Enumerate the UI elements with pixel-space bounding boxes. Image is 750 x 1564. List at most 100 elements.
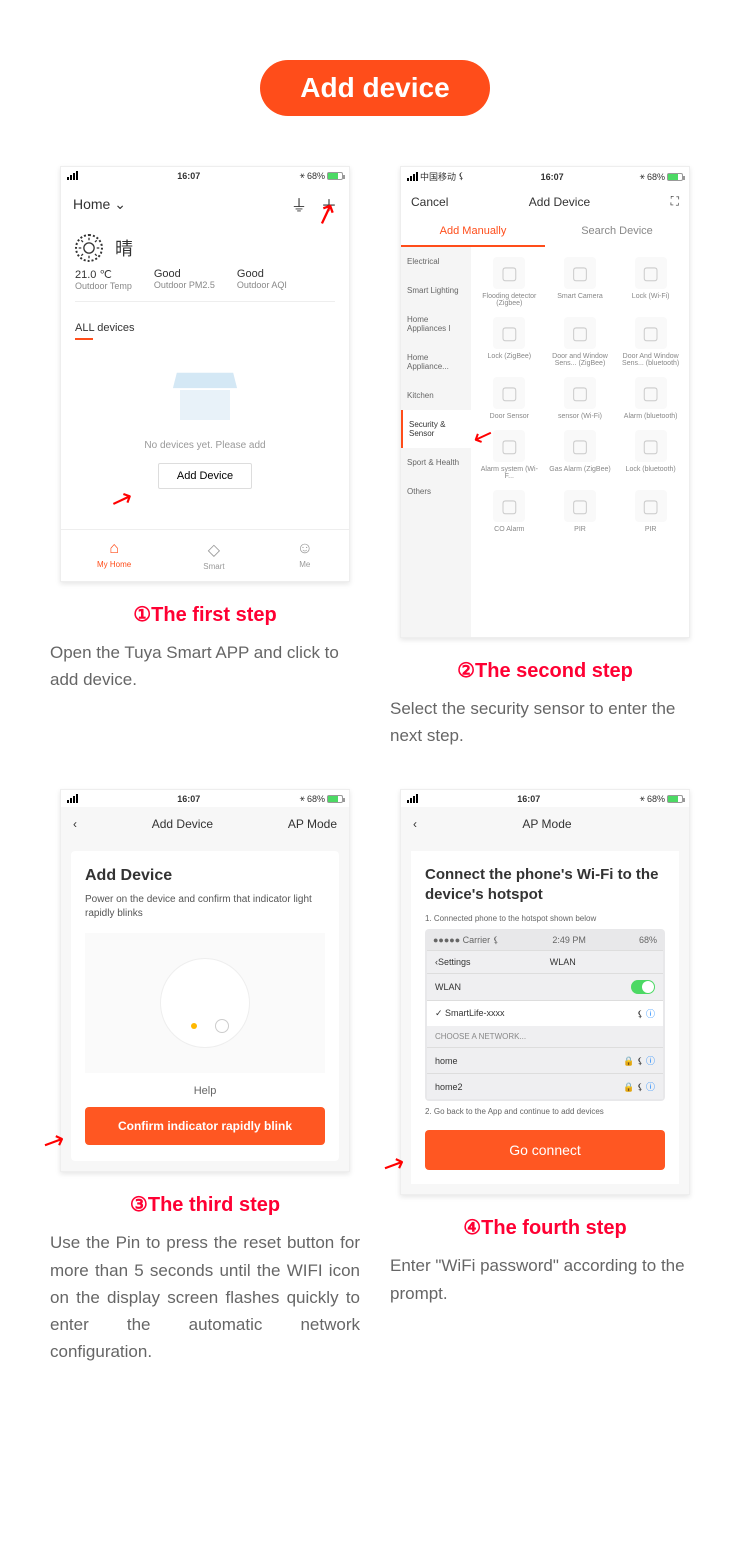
screen-title: Add Device bbox=[529, 195, 590, 209]
device-item[interactable]: ▢Door Sensor bbox=[475, 373, 544, 424]
weather-panel: 晴 21.0 ℃Outdoor Temp GoodOutdoor PM2.5 G… bbox=[61, 224, 349, 312]
carrier-label: 中国移动 bbox=[420, 170, 456, 183]
device-item[interactable]: ▢Gas Alarm (ZigBee) bbox=[546, 426, 615, 484]
wlan-settings-preview: ●●●●● Carrier ⚸2:49 PM68% ‹SettingsWLAN … bbox=[425, 929, 665, 1101]
network-home2[interactable]: home2 bbox=[435, 1082, 463, 1092]
device-item[interactable]: ▢Lock (Wi-Fi) bbox=[616, 253, 685, 311]
confirm-button[interactable]: Confirm indicator rapidly blink bbox=[85, 1107, 325, 1145]
status-bar: 中国移动⚸ 16:07 ⚹68% bbox=[401, 167, 689, 186]
wifi-icon: ⚸ bbox=[458, 171, 465, 182]
status-time: 16:07 bbox=[541, 172, 564, 182]
cat-electrical[interactable]: Electrical bbox=[401, 247, 471, 276]
user-icon: ☺ bbox=[297, 540, 313, 558]
page-title: Add device bbox=[260, 60, 489, 116]
scan-icon[interactable]: ⛶ bbox=[671, 194, 679, 209]
device-icon: ▢ bbox=[564, 257, 596, 289]
back-icon[interactable]: ‹ bbox=[413, 817, 417, 831]
step3-title: ③The third step bbox=[50, 1192, 360, 1217]
step1-desc: Open the Tuya Smart APP and click to add… bbox=[50, 639, 360, 693]
battery-pct: 68% bbox=[647, 172, 665, 182]
card-heading: Add Device bbox=[85, 867, 325, 885]
status-time: 16:07 bbox=[177, 171, 200, 181]
device-item[interactable]: ▢Lock (bluetooth) bbox=[616, 426, 685, 484]
device-illustration bbox=[85, 933, 325, 1073]
help-link[interactable]: Help bbox=[85, 1085, 325, 1097]
add-device-button[interactable]: Add Device bbox=[158, 463, 252, 489]
device-icon: ▢ bbox=[564, 377, 596, 409]
signal-icon bbox=[67, 171, 78, 180]
all-devices-label: ALL devices bbox=[61, 312, 349, 340]
status-time: 16:07 bbox=[517, 794, 540, 804]
wlan-toggle[interactable] bbox=[631, 980, 655, 994]
connected-network[interactable]: ✓ SmartLife-xxxx bbox=[435, 1008, 505, 1019]
device-item[interactable]: ▢Smart Camera bbox=[546, 253, 615, 311]
device-icon: ▢ bbox=[635, 490, 667, 522]
back-icon[interactable]: ‹ bbox=[73, 817, 77, 831]
signal-icon bbox=[407, 172, 418, 181]
tab-me[interactable]: ☺Me bbox=[297, 540, 313, 571]
cat-others[interactable]: Others bbox=[401, 477, 471, 506]
battery-icon bbox=[327, 795, 343, 803]
device-icon: ▢ bbox=[493, 257, 525, 289]
step1-title: ①The first step bbox=[50, 602, 360, 627]
ap-mode-label[interactable]: AP Mode bbox=[288, 817, 337, 831]
device-item[interactable]: ▢Lock (ZigBee) bbox=[475, 313, 544, 371]
cat-kitchen[interactable]: Kitchen bbox=[401, 381, 471, 410]
card-heading: Connect the phone's Wi-Fi to the device'… bbox=[425, 865, 665, 904]
device-icon: ▢ bbox=[564, 430, 596, 462]
battery-icon bbox=[327, 172, 343, 180]
battery-icon bbox=[667, 795, 683, 803]
device-item[interactable]: ▢PIR bbox=[616, 486, 685, 537]
battery-pct: 68% bbox=[307, 171, 325, 181]
status-bar: 16:07 ⚹68% bbox=[61, 790, 349, 807]
cat-sport-health[interactable]: Sport & Health bbox=[401, 448, 471, 477]
tab-add-manually[interactable]: Add Manually bbox=[401, 217, 545, 247]
device-item[interactable]: ▢PIR bbox=[546, 486, 615, 537]
device-icon: ▢ bbox=[493, 317, 525, 349]
sun-icon bbox=[75, 234, 103, 262]
instruction-2: 2. Go back to the App and continue to ad… bbox=[425, 1107, 665, 1116]
instruction-1: 1. Connected phone to the hotspot shown … bbox=[425, 914, 665, 923]
cat-home-appliances-1[interactable]: Home Appliances I bbox=[401, 305, 471, 343]
status-bar: 16:07 ⚹68% bbox=[61, 167, 349, 184]
cancel-button[interactable]: Cancel bbox=[411, 195, 448, 209]
device-icon: ▢ bbox=[564, 490, 596, 522]
device-item[interactable]: ▢Alarm (bluetooth) bbox=[616, 373, 685, 424]
cat-smart-lighting[interactable]: Smart Lighting bbox=[401, 276, 471, 305]
screenshot-step2: 中国移动⚸ 16:07 ⚹68% Cancel Add Device ⛶ Add… bbox=[400, 166, 690, 638]
step2-title: ②The second step bbox=[390, 658, 700, 683]
chevron-down-icon: ⌄ bbox=[114, 196, 126, 212]
smart-icon: ◇ bbox=[203, 540, 224, 560]
arrow-annotation: ↗ bbox=[377, 1146, 410, 1183]
home-dropdown[interactable]: Home ⌄ bbox=[73, 196, 126, 213]
screenshot-step1: 16:07 ⚹68% Home ⌄ ⏚ ＋ ↗ 晴 21.0 ℃Outdoor … bbox=[60, 166, 350, 582]
power-icon bbox=[215, 1019, 229, 1033]
tab-search-device[interactable]: Search Device bbox=[545, 217, 689, 247]
settings-back[interactable]: ‹Settings bbox=[435, 957, 471, 967]
cat-security-sensor[interactable]: Security & Sensor bbox=[401, 410, 471, 448]
mic-icon[interactable]: ⏚ bbox=[291, 192, 307, 216]
device-item[interactable]: ▢Flooding detector (Zigbee) bbox=[475, 253, 544, 311]
device-icon: ▢ bbox=[493, 377, 525, 409]
screen-title: AP Mode bbox=[522, 817, 571, 831]
tab-my-home[interactable]: ⌂My Home bbox=[97, 540, 131, 571]
device-icon: ▢ bbox=[493, 430, 525, 462]
device-item[interactable]: ▢Door and Window Sens... (ZigBee) bbox=[546, 313, 615, 371]
device-icon: ▢ bbox=[635, 377, 667, 409]
device-item[interactable]: ▢Door And Window Sens... (bluetooth) bbox=[616, 313, 685, 371]
screen-title: Add Device bbox=[152, 817, 213, 831]
home-icon: ⌂ bbox=[97, 540, 131, 558]
category-sidebar: Electrical Smart Lighting Home Appliance… bbox=[401, 247, 471, 637]
tab-smart[interactable]: ◇Smart bbox=[203, 540, 224, 571]
bluetooth-icon: ⚹ bbox=[640, 171, 645, 182]
device-icon: ▢ bbox=[493, 490, 525, 522]
cat-home-appliance[interactable]: Home Appliance... bbox=[401, 343, 471, 381]
status-time: 16:07 bbox=[177, 794, 200, 804]
screenshot-step3: 16:07 ⚹68% ‹ Add Device AP Mode Add Devi… bbox=[60, 789, 350, 1172]
card-text: Power on the device and confirm that ind… bbox=[85, 893, 325, 921]
go-connect-button[interactable]: Go connect bbox=[425, 1130, 665, 1170]
wlan-label: WLAN bbox=[435, 982, 461, 992]
network-home[interactable]: home bbox=[435, 1056, 458, 1066]
device-item[interactable]: ▢CO Alarm bbox=[475, 486, 544, 537]
device-item[interactable]: ▢sensor (Wi-Fi) bbox=[546, 373, 615, 424]
